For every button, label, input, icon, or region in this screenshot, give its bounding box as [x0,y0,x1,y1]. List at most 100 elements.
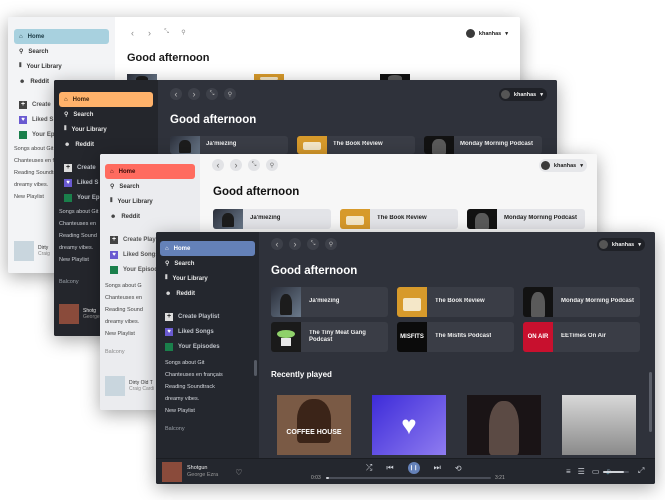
sidebar-item-library[interactable]: ⫴ Your Library [14,59,109,74]
user-menu[interactable]: khanhas ▾ [538,159,587,172]
lyrics-icon[interactable]: ≡ [566,467,571,476]
repeat-icon[interactable]: ⟲ [455,464,462,473]
collapse-icon[interactable]: ⤡ [206,88,218,100]
library-icon: ⫴ [64,126,67,132]
playlist-item[interactable]: Songs about Git [160,360,255,372]
page-title: Good afternoon [271,265,358,277]
expand-icon[interactable]: ⤢ [638,466,644,476]
sidebar-item-home[interactable]: ⌂ Home [59,92,153,107]
queue-icon[interactable]: ☰ [578,467,585,476]
sidebar-item-search[interactable]: ⚲ Search [105,179,195,194]
volume-slider[interactable] [603,471,629,473]
user-menu[interactable]: khanhas ▾ [464,27,512,40]
user-menu[interactable]: khanhas ▾ [596,238,645,251]
sidebar-item-home[interactable]: ⌂ Home [105,164,195,179]
sidebar-item-home[interactable]: ⌂ Home [14,29,109,44]
back-button[interactable]: ‹ [212,159,224,171]
collapse-icon[interactable]: ⤡ [161,27,172,38]
sidebar-item-reddit[interactable]: ☻ Reddit [59,137,153,152]
shortcut-tile[interactable]: The Book Review [397,287,514,317]
shortcut-tile[interactable]: MISFITS The Misfits Podcast [397,322,514,352]
sidebar-item-library[interactable]: ⫴ Your Library [160,271,255,286]
shortcut-thumb [424,136,454,154]
playlist-item[interactable]: Balcony [160,426,255,438]
chevron-down-icon: ▾ [580,162,583,169]
sidebar-item-search[interactable]: ⚲ Search [59,107,153,122]
sidebar-item-reddit[interactable]: ☻ Reddit [160,286,255,301]
device-icon[interactable]: ▭ [592,467,600,476]
elapsed-time: 0:03 [311,475,321,481]
playlist-item[interactable]: dreamy vibes. [160,396,255,408]
playlist-item[interactable]: Chanteuses en français [160,372,255,384]
sidebar-item-label: Your Library [117,198,153,205]
shortcut-tile[interactable]: Monday Morning Podcast [523,287,640,317]
now-playing[interactable]: Shotgun George Ezra ♡ [162,462,242,482]
playlist-item[interactable]: New Playlist [160,408,255,420]
shortcut-tile[interactable]: The Tiny Meat Gang Podcast [271,322,388,352]
now-playing-mini[interactable]: Shotg George [59,304,100,324]
like-icon[interactable]: ♡ [235,468,242,477]
sidebar-item-search[interactable]: ⚲ Search [160,256,255,271]
previous-icon[interactable]: ⏮ [386,463,393,473]
shortcut-tile[interactable]: Ja'miezing [170,136,288,154]
artist-photo [489,401,519,455]
forward-button[interactable]: › [289,238,301,250]
user-menu[interactable]: khanhas ▾ [498,88,547,101]
sidebar-item-home[interactable]: ⌂ Home [160,241,255,256]
recent-card[interactable] [562,395,636,455]
track-title: Shotgun [187,464,208,471]
back-button[interactable]: ‹ [127,27,138,38]
collapse-icon[interactable]: ⤡ [307,238,319,250]
sidebar-item-search[interactable]: ⚲ Search [14,44,109,59]
sidebar-item-label: Search [28,48,49,55]
sidebar-item-library[interactable]: ⫴ Your Library [59,122,153,137]
shortcut-thumb [467,209,497,229]
shortcut-label: EETimes On Air [561,333,607,340]
thumb-text: ON AIR [527,334,549,340]
liked-songs-label: Liked Songs [123,251,159,258]
recent-card[interactable]: ♥ [372,395,446,455]
reddit-icon: ☻ [19,78,26,85]
shortcut-tile[interactable]: The Book Review [297,136,415,154]
forward-button[interactable]: › [188,88,200,100]
pin-icon[interactable]: ⚲ [266,159,278,171]
collapse-icon[interactable]: ⤡ [248,159,260,171]
back-button[interactable]: ‹ [170,88,182,100]
sidebar-scrollbar[interactable] [254,360,257,376]
sidebar-item-library[interactable]: ⫴ Your Library [105,194,195,209]
playlist-item[interactable]: Reading Soundtrack [160,384,255,396]
progress-track[interactable] [326,477,491,479]
shortcut-thumb [213,209,243,229]
episodes-icon [19,130,27,139]
shortcut-tile[interactable]: Monday Morning Podcast [467,209,585,229]
shortcut-tile[interactable]: Ja'miezing [213,209,331,229]
sidebar-item-reddit[interactable]: ☻ Reddit [105,209,195,224]
pause-button[interactable]: ❙❙ [407,462,420,474]
next-icon[interactable]: ⏭ [434,463,441,473]
pin-icon[interactable]: ⚲ [325,238,337,250]
shortcut-tile[interactable]: ON AIR EETimes On Air [523,322,640,352]
track-artist: Craig [38,251,50,257]
your-episodes-button[interactable]: Your Episodes [160,339,255,354]
create-playlist-button[interactable]: + Create Playlist [160,309,255,324]
thumb-text: MISFITS [400,334,424,340]
album-art [14,241,34,261]
shortcut-label: The Book Review [377,215,427,222]
forward-button[interactable]: › [144,27,155,38]
pin-icon[interactable]: ⚲ [224,88,236,100]
search-icon: ⚲ [19,49,24,55]
forward-button[interactable]: › [230,159,242,171]
shortcut-tile[interactable]: Ja'miezing [271,287,388,317]
shortcut-tile[interactable]: Monday Morning Podcast [424,136,542,154]
shortcut-tile[interactable]: The Book Review [340,209,458,229]
recent-card[interactable] [467,395,541,455]
back-button[interactable]: ‹ [271,238,283,250]
chevron-down-icon: ▾ [638,241,641,248]
liked-songs-button[interactable]: ♥ Liked Songs [160,324,255,339]
shuffle-icon[interactable]: ⤮ [366,463,372,473]
recent-card[interactable]: COFFEE HOUSE [277,395,351,455]
now-playing-mini[interactable]: Dirty Craig [14,241,50,261]
now-playing-mini[interactable]: Dirty Old T Craig Cardi [105,376,154,396]
main-scrollbar[interactable] [649,372,652,432]
pin-icon[interactable]: ⚲ [178,27,189,38]
